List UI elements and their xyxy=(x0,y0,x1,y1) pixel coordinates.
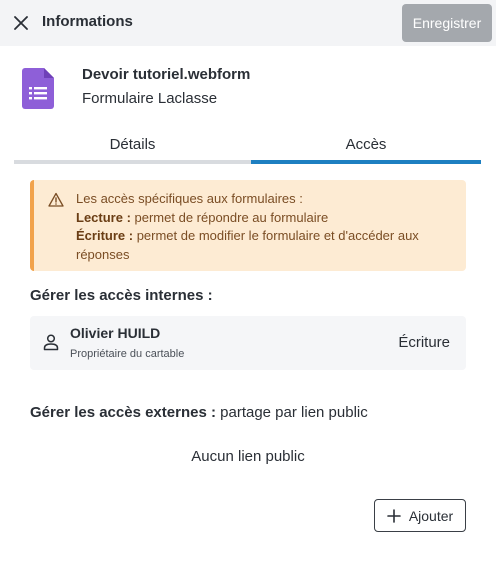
user-icon xyxy=(43,334,59,351)
panel-header: Informations Enregistrer xyxy=(0,0,496,46)
add-button-label: Ajouter xyxy=(408,507,454,524)
warning-read-line: Lecture : permet de répondre au formulai… xyxy=(76,209,466,228)
plus-icon xyxy=(387,508,401,523)
warning-read-text: permet de répondre au formulaire xyxy=(130,209,329,225)
user-access-level[interactable]: Écriture xyxy=(398,334,450,351)
tab-access[interactable]: Accès xyxy=(251,132,481,164)
panel-title: Informations xyxy=(42,13,133,30)
user-role: Propriétaire du cartable xyxy=(70,348,185,360)
save-button[interactable]: Enregistrer xyxy=(402,4,492,42)
warning-text: Les accès spécifiques aux formulaires : … xyxy=(76,190,466,264)
warning-read-label: Lecture : xyxy=(76,209,131,225)
document-type: Formulaire Laclasse xyxy=(82,90,218,107)
no-public-link-text: Aucun lien public xyxy=(191,448,305,465)
warning-icon xyxy=(48,192,64,207)
add-public-link-button[interactable]: Ajouter xyxy=(374,499,466,532)
document-name: Devoir tutoriel.webform xyxy=(82,66,251,83)
warning-write-label: Écriture : xyxy=(76,228,134,243)
access-warning-box: Les accès spécifiques aux formulaires : … xyxy=(30,180,466,271)
external-access-title: Gérer les accès externes : xyxy=(30,404,216,421)
user-name: Olivier HUILD xyxy=(70,325,161,341)
external-access-subtitle: partage par lien public xyxy=(215,404,368,421)
tab-bar: Détails Accès xyxy=(14,132,481,164)
internal-access-title: Gérer les accès internes : xyxy=(30,287,213,304)
tab-details[interactable]: Détails xyxy=(14,132,251,164)
form-document-icon xyxy=(22,68,54,109)
warning-intro: Les accès spécifiques aux formulaires : xyxy=(76,191,303,206)
internal-user-row: Olivier HUILD Propriétaire du cartable É… xyxy=(30,316,466,370)
close-button[interactable] xyxy=(10,12,32,34)
warning-write-line: Écriture : permet de modifier le formula… xyxy=(76,227,466,264)
close-icon xyxy=(14,16,28,30)
external-access-heading: Gérer les accès externes : partage par l… xyxy=(30,404,368,421)
